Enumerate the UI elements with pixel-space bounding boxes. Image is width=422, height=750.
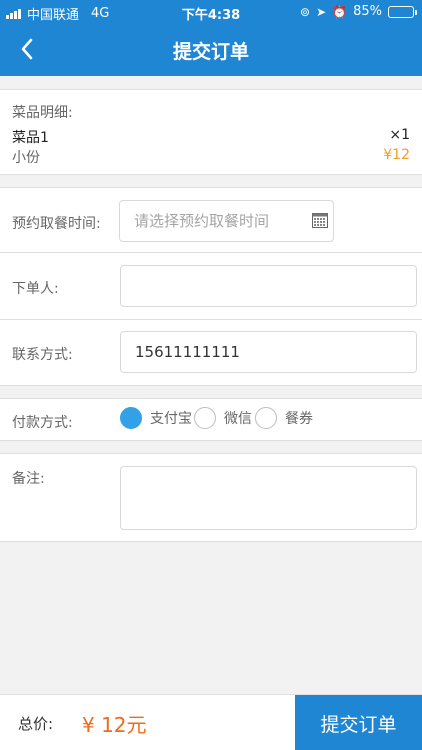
radio-icon <box>255 407 277 429</box>
status-bar: 中国联通 4G 下午4:38 ⊚ ➤ ⏰ 85% <box>0 0 422 24</box>
payment-option-alipay[interactable]: 支付宝 <box>120 407 192 429</box>
order-items-section: 菜品明细: 菜品1 ×1 小份 ¥12 <box>0 89 422 175</box>
payment-option-wechat[interactable]: 微信 <box>194 407 252 429</box>
item-price: ¥12 <box>383 147 410 163</box>
payment-option-label: 支付宝 <box>150 411 192 427</box>
rotation-lock-icon: ⊚ <box>300 4 311 19</box>
item-name: 菜品1 <box>12 130 49 146</box>
payment-row: 付款方式: 支付宝 微信 餐券 <box>0 398 422 441</box>
contact-row: 联系方式: <box>0 320 422 386</box>
item-quantity: ×1 <box>389 127 410 143</box>
radio-icon <box>194 407 216 429</box>
total-label: 总价: <box>18 715 54 733</box>
order-footer: 总价: ¥ 12元 提交订单 <box>0 694 422 750</box>
nav-bar: 提交订单 <box>0 24 422 76</box>
notes-label: 备注: <box>12 471 45 487</box>
payment-option-label: 微信 <box>224 411 252 427</box>
payment-label: 付款方式: <box>12 415 73 431</box>
top-bar: 中国联通 4G 下午4:38 ⊚ ➤ ⏰ 85% 提交订单 <box>0 0 422 76</box>
item-size: 小份 <box>12 150 40 166</box>
total-price: ¥ 12元 <box>82 713 147 737</box>
orderer-label: 下单人: <box>12 281 59 297</box>
notes-row: 备注: <box>0 453 422 542</box>
notes-textarea[interactable] <box>120 466 417 530</box>
location-icon: ➤ <box>316 4 327 19</box>
battery-percent: 85% <box>353 4 382 19</box>
submit-order-button[interactable]: 提交订单 <box>295 695 422 750</box>
contact-label: 联系方式: <box>12 347 73 363</box>
calendar-icon[interactable] <box>312 212 328 228</box>
alarm-icon: ⏰ <box>332 4 348 19</box>
payment-option-voucher[interactable]: 餐券 <box>255 407 313 429</box>
orderer-input[interactable] <box>120 265 417 307</box>
radio-icon <box>120 407 142 429</box>
page-title: 提交订单 <box>172 41 249 63</box>
battery-icon <box>388 5 417 18</box>
order-items-header: 菜品明细: <box>12 105 73 121</box>
pickup-time-row: 预约取餐时间: <box>0 187 422 253</box>
orderer-row: 下单人: <box>0 253 422 320</box>
payment-option-label: 餐券 <box>285 411 313 427</box>
contact-input[interactable] <box>120 331 417 373</box>
pickup-time-label: 预约取餐时间: <box>12 216 101 232</box>
pickup-time-input[interactable] <box>119 200 334 242</box>
